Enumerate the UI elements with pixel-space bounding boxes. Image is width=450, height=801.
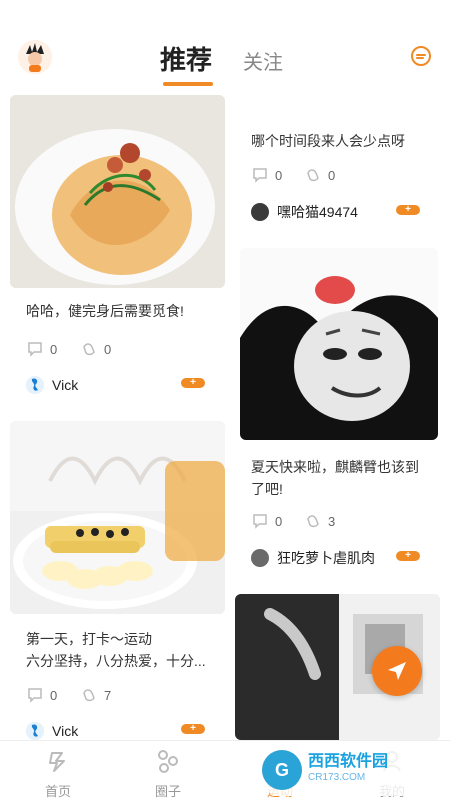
comment-count[interactable]: 0 bbox=[26, 686, 57, 704]
like-count-value: 3 bbox=[328, 513, 336, 529]
comment-icon bbox=[253, 514, 267, 529]
post-author[interactable]: Vick bbox=[26, 376, 78, 394]
watermark-logo: G bbox=[262, 750, 302, 790]
site-watermark: G 西西软件园 CR173.COM bbox=[256, 744, 436, 796]
comment-icon bbox=[28, 688, 42, 703]
create-post-fab[interactable] bbox=[372, 646, 422, 696]
author-name: 狂吃萝卜虐肌肉 bbox=[277, 550, 375, 566]
post-image-pancake[interactable] bbox=[10, 421, 225, 614]
comment-count-value: 0 bbox=[50, 341, 58, 357]
follow-plus-button[interactable]: + bbox=[396, 551, 420, 561]
comment-count-value: 0 bbox=[275, 167, 283, 183]
nav-circle[interactable]: 圈子 bbox=[128, 747, 208, 800]
comment-count[interactable]: 0 bbox=[26, 340, 57, 358]
nav-circle-label: 圈子 bbox=[154, 784, 181, 799]
user-avatar[interactable] bbox=[18, 40, 52, 74]
comment-count-value: 0 bbox=[275, 513, 283, 529]
like-count-value: 0 bbox=[328, 167, 336, 183]
post-text[interactable]: 夏天快来啦，麒麟臂也该到 了吧! bbox=[251, 456, 441, 500]
home-icon bbox=[49, 752, 65, 772]
top-bar: 推荐 关注 bbox=[0, 0, 450, 90]
message-icon[interactable] bbox=[410, 45, 432, 67]
comment-count[interactable]: 0 bbox=[251, 512, 282, 530]
post-author[interactable]: Vick bbox=[26, 722, 78, 740]
post-image-meme[interactable] bbox=[240, 248, 438, 440]
like-count-value: 7 bbox=[104, 687, 112, 703]
like-count[interactable]: 0 bbox=[304, 166, 335, 184]
like-count[interactable]: 3 bbox=[304, 512, 335, 530]
watermark-english: CR173.COM bbox=[308, 772, 366, 783]
post-image-pasta[interactable] bbox=[10, 95, 225, 288]
author-avatar bbox=[251, 549, 269, 567]
comment-count[interactable]: 0 bbox=[251, 166, 282, 184]
nav-home-label: 首页 bbox=[44, 784, 71, 799]
follow-plus-button[interactable]: + bbox=[181, 724, 205, 734]
circle-icon bbox=[158, 750, 178, 773]
like-icon bbox=[307, 515, 319, 528]
author-avatar bbox=[251, 203, 269, 221]
like-count[interactable]: 7 bbox=[80, 686, 111, 704]
author-avatar bbox=[26, 376, 44, 394]
tab-follow[interactable]: 关注 bbox=[243, 46, 283, 75]
like-icon bbox=[83, 689, 95, 702]
post-author[interactable]: 狂吃萝卜虐肌肉 bbox=[251, 548, 375, 568]
author-avatar bbox=[26, 722, 44, 740]
post-text[interactable]: 哪个时间段来人会少点呀 bbox=[251, 130, 441, 152]
author-name: Vick bbox=[52, 723, 79, 739]
comment-icon bbox=[28, 342, 42, 357]
active-tab-underline bbox=[163, 82, 213, 86]
paper-plane-icon bbox=[388, 662, 406, 680]
comment-icon bbox=[253, 168, 267, 183]
post-text[interactable]: 第一天，打卡～运动 六分坚持，八分热爱，十分... bbox=[26, 628, 221, 672]
follow-plus-button[interactable]: + bbox=[396, 205, 420, 215]
like-icon bbox=[83, 343, 95, 356]
author-name: 嘿哈猫49474 bbox=[277, 204, 358, 220]
follow-plus-button[interactable]: + bbox=[181, 378, 205, 388]
watermark-chinese: 西西软件园 bbox=[308, 753, 389, 770]
tab-recommend[interactable]: 推荐 bbox=[160, 40, 212, 77]
like-count[interactable]: 0 bbox=[80, 340, 111, 358]
like-count-value: 0 bbox=[104, 341, 112, 357]
post-text[interactable]: 哈哈，健完身后需要觅食! bbox=[26, 300, 216, 322]
nav-home[interactable]: 首页 bbox=[18, 747, 98, 800]
post-author[interactable]: 嘿哈猫49474 bbox=[251, 202, 358, 222]
comment-count-value: 0 bbox=[50, 687, 58, 703]
author-name: Vick bbox=[52, 377, 79, 393]
like-icon bbox=[307, 169, 319, 182]
